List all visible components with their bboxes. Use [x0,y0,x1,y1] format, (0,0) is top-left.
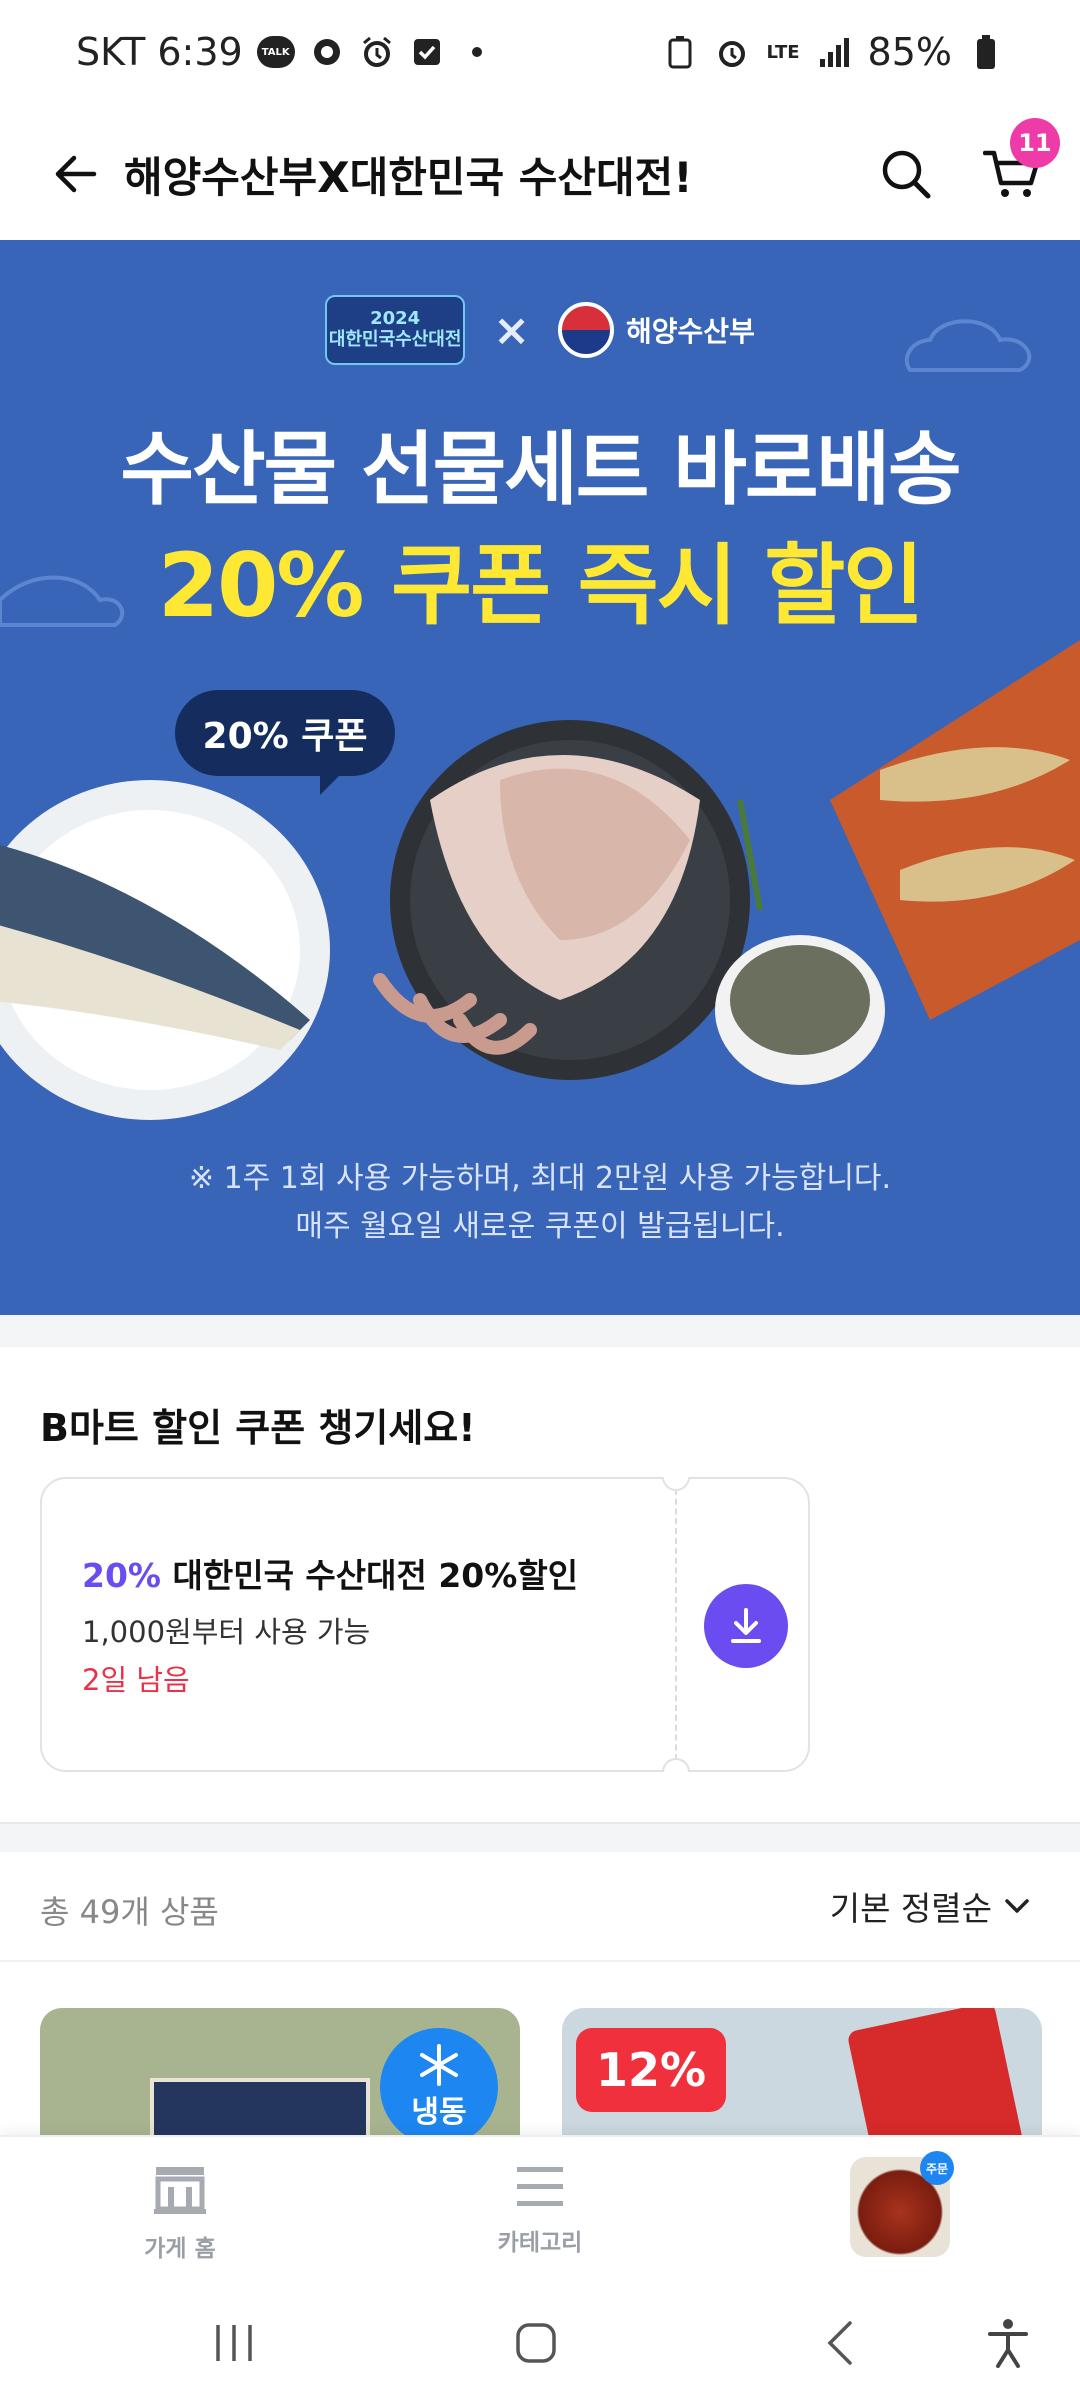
coupon-title: 20% 대한민국 수산대전 20%할인 [82,1549,578,1597]
accessibility-button[interactable] [972,2307,1044,2379]
chevron-down-icon [1005,1899,1029,1913]
back-button[interactable] [40,138,112,210]
banner-subheadline: 20% 쿠폰 즉시 할인 [157,534,924,637]
coupon-notch-bottom [662,1758,690,1772]
thumbnail-badge: 주문 [920,2151,954,2185]
section-divider-2 [0,1822,1080,1852]
tab-store-home-label: 가게 홈 [144,2236,216,2262]
menu-icon [517,2167,563,2206]
tab-category[interactable]: 카테고리 [450,2165,630,2257]
signal-icon [816,34,852,70]
frozen-badge-label: 냉동 [411,2095,467,2130]
product-list-header: 총 49개 상품 기본 정렬순 [0,1852,1080,1962]
accessibility-icon [988,2319,1028,2368]
coupon-notch-top [662,1477,690,1491]
coupon-dashed-divider [675,1479,677,1770]
alarm-status-icon [714,34,750,70]
recent-apps-button[interactable] [198,2307,270,2379]
tab-category-label: 카테고리 [497,2230,583,2256]
seafood-illustration [0,319,1080,1120]
battery-percent: 85% [867,30,952,74]
sort-label: 기본 정렬순 [829,1889,992,1928]
event-logo: 2024 대한민국수산대전 [325,295,466,365]
app-bar: 해양수산부X대한민국 수산대전! [0,108,1080,240]
search-button[interactable] [870,138,942,210]
frozen-badge: 냉동 [380,2028,498,2146]
carrier-time: SKT 6:39 [76,30,243,74]
coupon-download-button[interactable] [704,1584,788,1668]
status-left: SKT 6:39 TALK [76,30,495,74]
coupon-card[interactable]: 20% 대한민국 수산대전 20%할인 1,000원부터 사용 가능 2일 남음 [40,1477,810,1772]
coupon-remaining: 2일 남음 [82,1663,190,1697]
event-logo-name: 대한민국수산대전 [328,329,462,350]
coupon-minimum: 1,000원부터 사용 가능 [82,1615,371,1649]
status-bar: SKT 6:39 TALK LTE 85% [0,0,1080,108]
system-back-button[interactable] [804,2307,876,2379]
battery-saver-icon [662,34,698,70]
banner-note: ※ 1주 1회 사용 가능하며, 최대 2만원 사용 가능합니다. 매주 월요일… [0,1155,1080,1251]
coupon-speech-bubble: 20% 쿠폰 [175,690,395,776]
coupon-section: B마트 할인 쿠폰 챙기세요! 20% 대한민국 수산대전 20%할인 1,00… [0,1347,1080,1822]
snowflake-icon [420,2044,458,2086]
taeguk-emblem-icon [558,302,615,358]
network-type: LTE [766,41,800,63]
system-navigation [0,2285,1080,2400]
home-button[interactable] [500,2307,572,2379]
coupon-name: 대한민국 수산대전 20%할인 [161,1556,579,1595]
page-title: 해양수산부X대한민국 수산대전! [124,153,693,202]
dot-icon [459,34,495,70]
banner-headline: 수산물 선물세트 바로배송 [120,423,961,516]
coupon-percent: 20% [82,1556,161,1595]
promo-banner[interactable]: 2024 대한민국수산대전 × 해양수산부 수산물 선물세트 바로배송 20% … [0,240,1080,1315]
recent-apps-icon [216,2325,252,2361]
home-icon [516,2323,556,2363]
messenger-icon [309,34,345,70]
kakaotalk-icon: TALK [256,36,295,68]
download-icon [731,1608,761,1643]
banner-note-line1: ※ 1주 1회 사용 가능하며, 최대 2만원 사용 가능합니다. [188,1161,892,1196]
tab-store-home[interactable]: 가게 홈 [90,2165,270,2263]
battery-icon [968,34,1004,70]
section-divider [0,1315,1080,1347]
checkbox-app-icon [409,34,445,70]
alarm-icon [359,34,395,70]
banner-note-line2: 매주 월요일 새로운 쿠폰이 발급됩니다. [295,1209,785,1244]
collab-cross: × [493,304,531,356]
chevron-left-icon [827,2321,852,2365]
product-total-count: 총 49개 상품 [40,1893,219,1931]
coupon-heading: B마트 할인 쿠폰 챙기세요! [40,1406,476,1450]
arrow-left-icon [55,155,97,193]
ministry-name: 해양수산부 [626,315,755,348]
banner-logos: 2024 대한민국수산대전 × 해양수산부 [0,295,1080,365]
ministry-logo: 해양수산부 [558,302,755,358]
bottom-tab-bar: 가게 홈 카테고리 주문 [0,2135,1080,2285]
event-logo-year: 2024 [370,308,421,330]
sort-dropdown[interactable]: 기본 정렬순 [830,1882,1032,1930]
search-icon [882,150,931,199]
cart-count-badge: 11 [1010,118,1060,168]
status-right: LTE 85% [662,30,1004,74]
discount-badge: 12% [576,2028,726,2112]
store-icon [154,2167,206,2214]
